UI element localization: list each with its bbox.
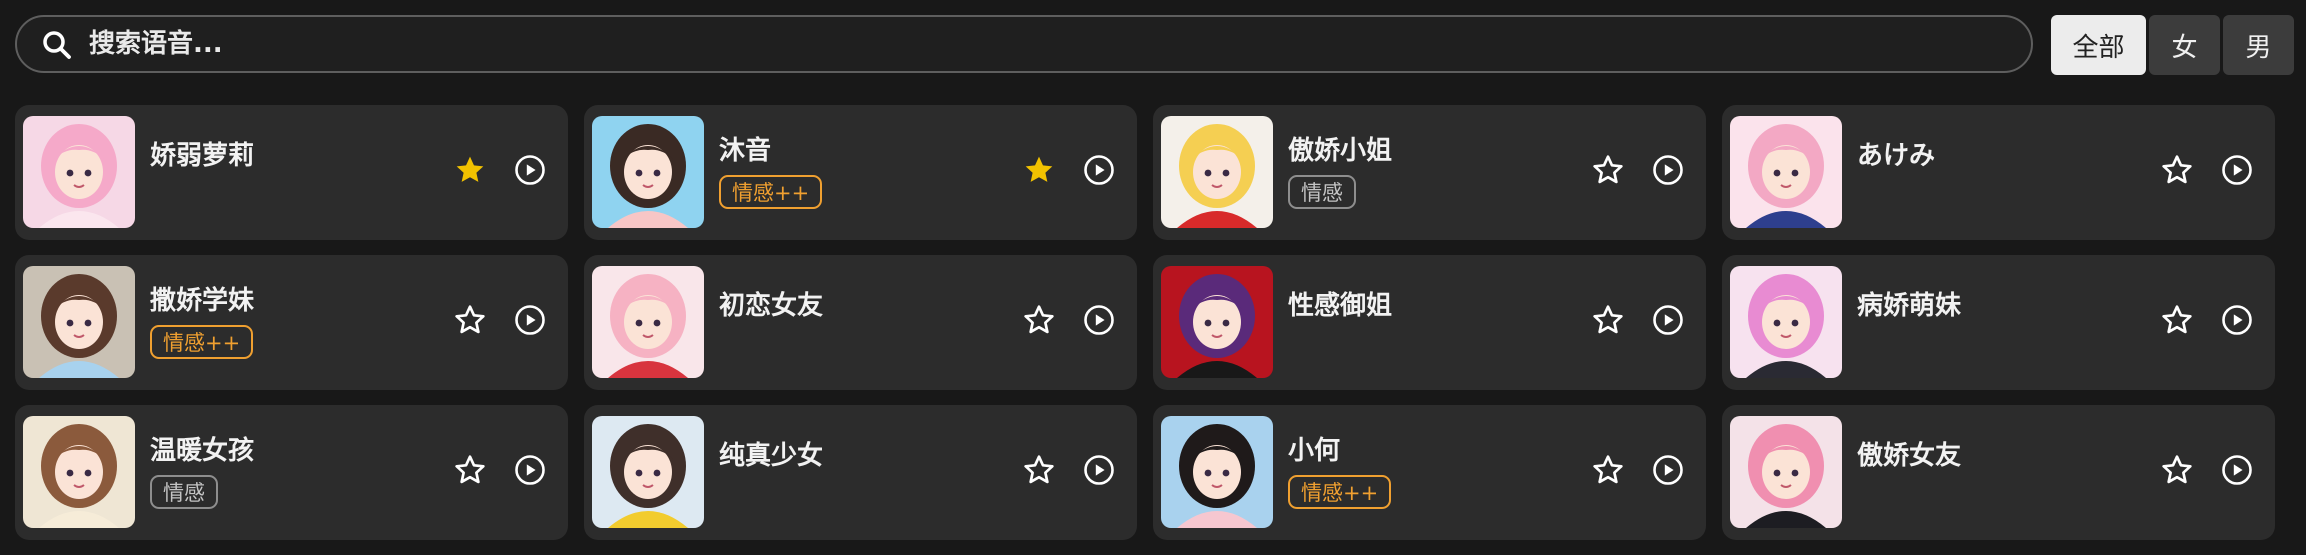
voice-avatar — [1730, 116, 1842, 228]
star-outline-icon[interactable] — [2160, 153, 2194, 187]
top-bar: 全部 女 男 — [15, 15, 2294, 75]
voice-avatar — [1161, 116, 1273, 228]
voice-name: 温暖女孩 — [150, 436, 255, 466]
voice-name: 性感御姐 — [1288, 291, 1393, 321]
voice-grid: 娇弱萝莉 沐音 情感++ 傲娇小姐 情感 あけみ 撒娇学妹 情感++ 初恋女友 性感御姐 病娇萌妹温… — [15, 105, 2277, 540]
voice-card[interactable]: 撒娇学妹情感++ — [15, 255, 568, 390]
voice-name: 傲娇小姐 — [1288, 136, 1393, 166]
voice-card[interactable]: あけみ — [1722, 105, 2275, 240]
voice-avatar — [1161, 416, 1273, 528]
play-icon[interactable] — [1652, 454, 1684, 486]
play-icon[interactable] — [514, 454, 546, 486]
play-icon[interactable] — [2221, 154, 2253, 186]
play-icon[interactable] — [514, 304, 546, 336]
star-filled-icon[interactable] — [453, 153, 487, 187]
voice-avatar — [1161, 266, 1273, 378]
voice-name: 撒娇学妹 — [150, 286, 255, 316]
star-outline-icon[interactable] — [453, 303, 487, 337]
voice-card[interactable]: 纯真少女 — [584, 405, 1137, 540]
voice-name: 纯真少女 — [719, 441, 824, 471]
voice-avatar — [592, 416, 704, 528]
voice-name: 娇弱萝莉 — [150, 141, 255, 171]
voice-avatar — [592, 116, 704, 228]
play-icon[interactable] — [2221, 454, 2253, 486]
star-outline-icon[interactable] — [1591, 153, 1625, 187]
play-icon[interactable] — [1652, 154, 1684, 186]
voice-avatar — [23, 416, 135, 528]
filter-female-button[interactable]: 女 — [2149, 15, 2220, 75]
search-input[interactable] — [89, 17, 1989, 71]
emotion-tag: 情感 — [1288, 175, 1356, 209]
voice-avatar — [592, 266, 704, 378]
search-box[interactable] — [15, 15, 2033, 73]
star-outline-icon[interactable] — [1022, 303, 1056, 337]
voice-card[interactable]: 性感御姐 — [1153, 255, 1706, 390]
star-outline-icon[interactable] — [1022, 453, 1056, 487]
voice-card[interactable]: 娇弱萝莉 — [15, 105, 568, 240]
search-icon — [43, 31, 71, 59]
emotion-tag: 情感++ — [1288, 475, 1392, 509]
emotion-tag: 情感++ — [150, 325, 254, 359]
play-icon[interactable] — [2221, 304, 2253, 336]
voice-avatar — [1730, 266, 1842, 378]
star-outline-icon[interactable] — [2160, 453, 2194, 487]
voice-name: 傲娇女友 — [1857, 441, 1962, 471]
voice-name: あけみ — [1857, 141, 1936, 171]
star-outline-icon[interactable] — [1591, 453, 1625, 487]
star-outline-icon[interactable] — [453, 453, 487, 487]
gender-filter-group: 全部 女 男 — [2051, 15, 2294, 75]
voice-card[interactable]: 沐音情感++ — [584, 105, 1137, 240]
voice-name: 病娇萌妹 — [1857, 291, 1962, 321]
voice-card[interactable]: 小何情感++ — [1153, 405, 1706, 540]
emotion-tag: 情感 — [150, 475, 218, 509]
play-icon[interactable] — [1083, 154, 1115, 186]
star-outline-icon[interactable] — [2160, 303, 2194, 337]
voice-card[interactable]: 傲娇女友 — [1722, 405, 2275, 540]
star-outline-icon[interactable] — [1591, 303, 1625, 337]
voice-name: 小何 — [1288, 436, 1341, 466]
play-icon[interactable] — [1083, 454, 1115, 486]
play-icon[interactable] — [514, 154, 546, 186]
voice-card[interactable]: 傲娇小姐 情感 — [1153, 105, 1706, 240]
emotion-tag: 情感++ — [719, 175, 823, 209]
filter-male-button[interactable]: 男 — [2223, 15, 2294, 75]
filter-all-button[interactable]: 全部 — [2051, 15, 2146, 75]
voice-avatar — [23, 266, 135, 378]
star-filled-icon[interactable] — [1022, 153, 1056, 187]
voice-name: 沐音 — [719, 136, 772, 166]
voice-card[interactable]: 初恋女友 — [584, 255, 1137, 390]
voice-card[interactable]: 病娇萌妹 — [1722, 255, 2275, 390]
voice-card[interactable]: 温暖女孩 情感 — [15, 405, 568, 540]
voice-name: 初恋女友 — [719, 291, 824, 321]
voice-avatar — [1730, 416, 1842, 528]
play-icon[interactable] — [1083, 304, 1115, 336]
play-icon[interactable] — [1652, 304, 1684, 336]
voice-avatar — [23, 116, 135, 228]
